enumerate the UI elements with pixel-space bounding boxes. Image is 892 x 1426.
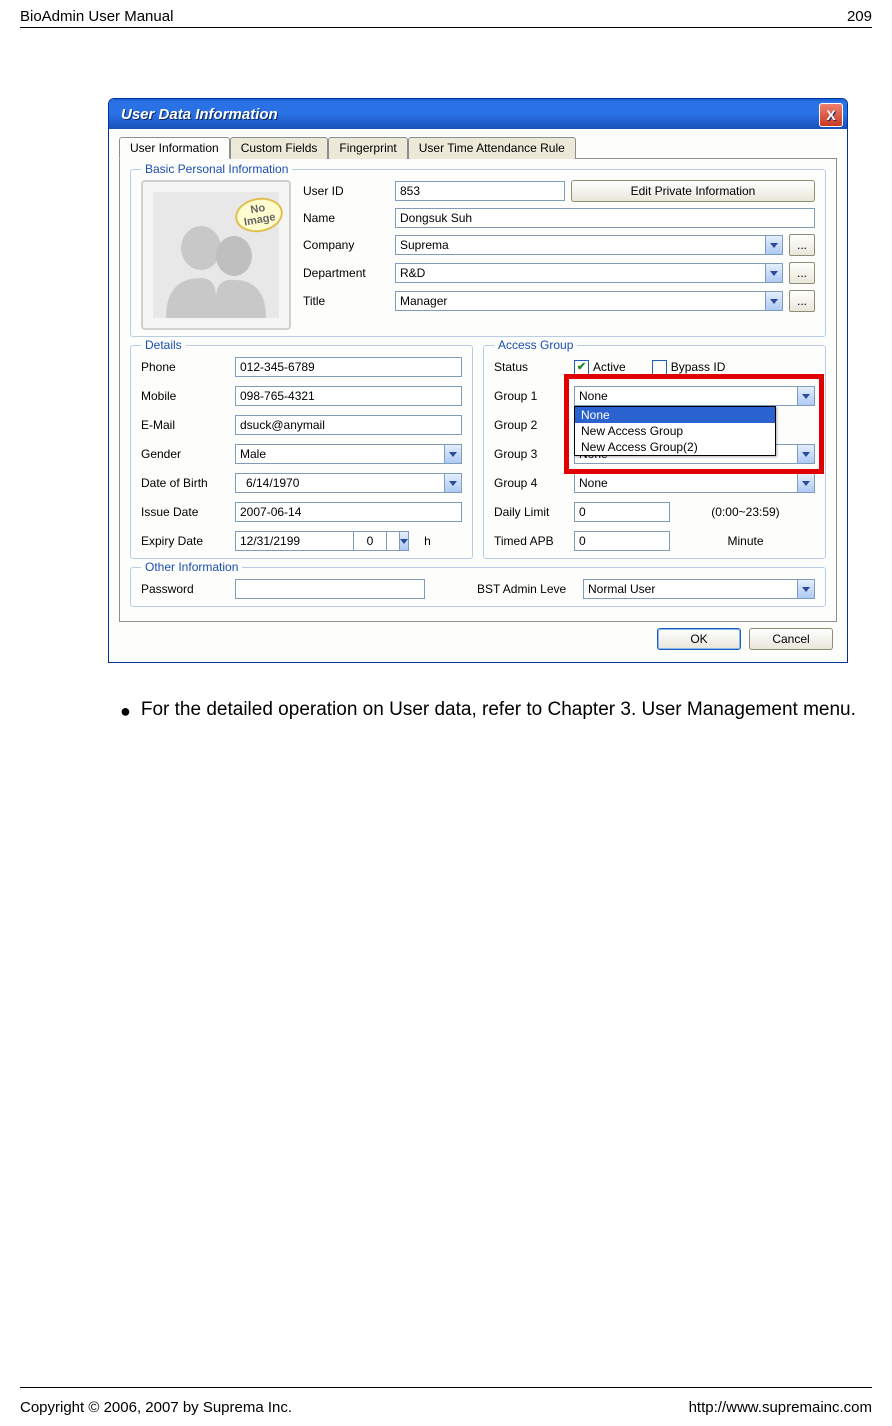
label-phone: Phone: [141, 360, 229, 374]
label-title: Title: [303, 294, 389, 308]
group1-dropdown-list[interactable]: None New Access Group New Access Group(2…: [574, 406, 776, 456]
legend-other: Other Information: [141, 560, 242, 574]
group-other: Other Information Password BST Admin Lev…: [130, 567, 826, 607]
label-company: Company: [303, 238, 389, 252]
label-mobile: Mobile: [141, 389, 229, 403]
tab-bar: User Information Custom Fields Fingerpri…: [119, 137, 837, 159]
label-status: Status: [494, 360, 568, 374]
chevron-down-icon[interactable]: [765, 263, 783, 283]
department-combo[interactable]: [395, 263, 765, 283]
dob-picker[interactable]: [235, 473, 444, 493]
tab-fingerprint[interactable]: Fingerprint: [328, 137, 407, 159]
bypass-checkbox[interactable]: Bypass ID: [652, 360, 726, 375]
ok-button[interactable]: OK: [657, 628, 741, 650]
group1-option-new2[interactable]: New Access Group(2): [575, 439, 775, 455]
active-checkbox[interactable]: ✔ Active: [574, 360, 626, 375]
user-id-input[interactable]: [395, 181, 565, 201]
user-photo[interactable]: NoImage: [141, 180, 291, 330]
legend-access: Access Group: [494, 338, 577, 352]
email-input[interactable]: [235, 415, 462, 435]
label-issue-date: Issue Date: [141, 505, 229, 519]
group1-combo[interactable]: [574, 386, 797, 406]
name-input[interactable]: [395, 208, 815, 228]
phone-input[interactable]: [235, 357, 462, 377]
chevron-down-icon[interactable]: [797, 579, 815, 599]
legend-basic: Basic Personal Information: [141, 162, 292, 176]
footer-url: http://www.supremainc.com: [689, 1399, 872, 1416]
timed-apb-unit: Minute: [676, 534, 815, 548]
close-button[interactable]: X: [819, 103, 843, 127]
label-group1: Group 1: [494, 389, 568, 403]
group1-option-new[interactable]: New Access Group: [575, 423, 775, 439]
label-name: Name: [303, 211, 389, 225]
edit-private-info-button[interactable]: Edit Private Information: [571, 180, 815, 202]
department-more-button[interactable]: ...: [789, 262, 815, 284]
chevron-down-icon[interactable]: [765, 235, 783, 255]
company-combo[interactable]: [395, 235, 765, 255]
timed-apb-input[interactable]: [574, 531, 670, 551]
label-dob: Date of Birth: [141, 476, 229, 490]
label-group2: Group 2: [494, 418, 568, 432]
bst-admin-combo[interactable]: [583, 579, 797, 599]
label-bst-admin: BST Admin Leve: [477, 582, 577, 596]
bullet-icon: ●: [120, 695, 131, 727]
header-left: BioAdmin User Manual: [20, 8, 173, 25]
expiry-hours-unit: h: [393, 534, 462, 548]
chevron-down-icon[interactable]: [797, 444, 815, 464]
cancel-button[interactable]: Cancel: [749, 628, 833, 650]
label-email: E-Mail: [141, 418, 229, 432]
check-icon: ✔: [577, 362, 586, 373]
body-text: For the detailed operation on User data,…: [141, 693, 856, 727]
tab-custom-fields[interactable]: Custom Fields: [230, 137, 329, 159]
label-password: Password: [141, 582, 229, 596]
legend-details: Details: [141, 338, 186, 352]
title-combo[interactable]: [395, 291, 765, 311]
password-input[interactable]: [235, 579, 425, 599]
label-department: Department: [303, 266, 389, 280]
window-titlebar[interactable]: User Data Information X: [109, 99, 847, 129]
footer-copyright: Copyright © 2006, 2007 by Suprema Inc.: [20, 1399, 292, 1416]
group-details: Details Phone Mobile: [130, 345, 473, 559]
issue-date-input[interactable]: [235, 502, 462, 522]
daily-limit-input[interactable]: [574, 502, 670, 522]
daily-limit-hint: (0:00~23:59): [676, 505, 815, 519]
group-access: Access Group Status ✔ Active: [483, 345, 826, 559]
title-more-button[interactable]: ...: [789, 290, 815, 312]
group-basic: Basic Personal Information: [130, 169, 826, 337]
chevron-down-icon[interactable]: [444, 473, 462, 493]
label-group4: Group 4: [494, 476, 568, 490]
label-group3: Group 3: [494, 447, 568, 461]
company-more-button[interactable]: ...: [789, 234, 815, 256]
group4-combo[interactable]: [574, 473, 797, 493]
user-data-window: User Data Information X User Information…: [108, 98, 848, 663]
expiry-hours-input[interactable]: [353, 531, 387, 551]
gender-combo[interactable]: [235, 444, 444, 464]
close-icon: X: [826, 107, 835, 123]
mobile-input[interactable]: [235, 386, 462, 406]
chevron-down-icon[interactable]: [765, 291, 783, 311]
tab-time-attendance[interactable]: User Time Attendance Rule: [408, 137, 576, 159]
label-expiry-date: Expiry Date: [141, 534, 229, 548]
footer-divider: [20, 1387, 872, 1388]
label-gender: Gender: [141, 447, 229, 461]
group1-option-none[interactable]: None: [575, 407, 775, 423]
page-number: 209: [847, 8, 872, 25]
chevron-down-icon[interactable]: [444, 444, 462, 464]
tab-user-information[interactable]: User Information: [119, 137, 230, 159]
active-label: Active: [593, 360, 626, 374]
label-user-id: User ID: [303, 184, 389, 198]
label-daily-limit: Daily Limit: [494, 505, 568, 519]
label-timed-apb: Timed APB: [494, 534, 568, 548]
bypass-label: Bypass ID: [671, 360, 726, 374]
chevron-down-icon[interactable]: [797, 386, 815, 406]
window-title: User Data Information: [121, 106, 278, 123]
tab-panel: Basic Personal Information: [119, 158, 837, 622]
header-divider: [20, 27, 872, 28]
chevron-down-icon[interactable]: [797, 473, 815, 493]
